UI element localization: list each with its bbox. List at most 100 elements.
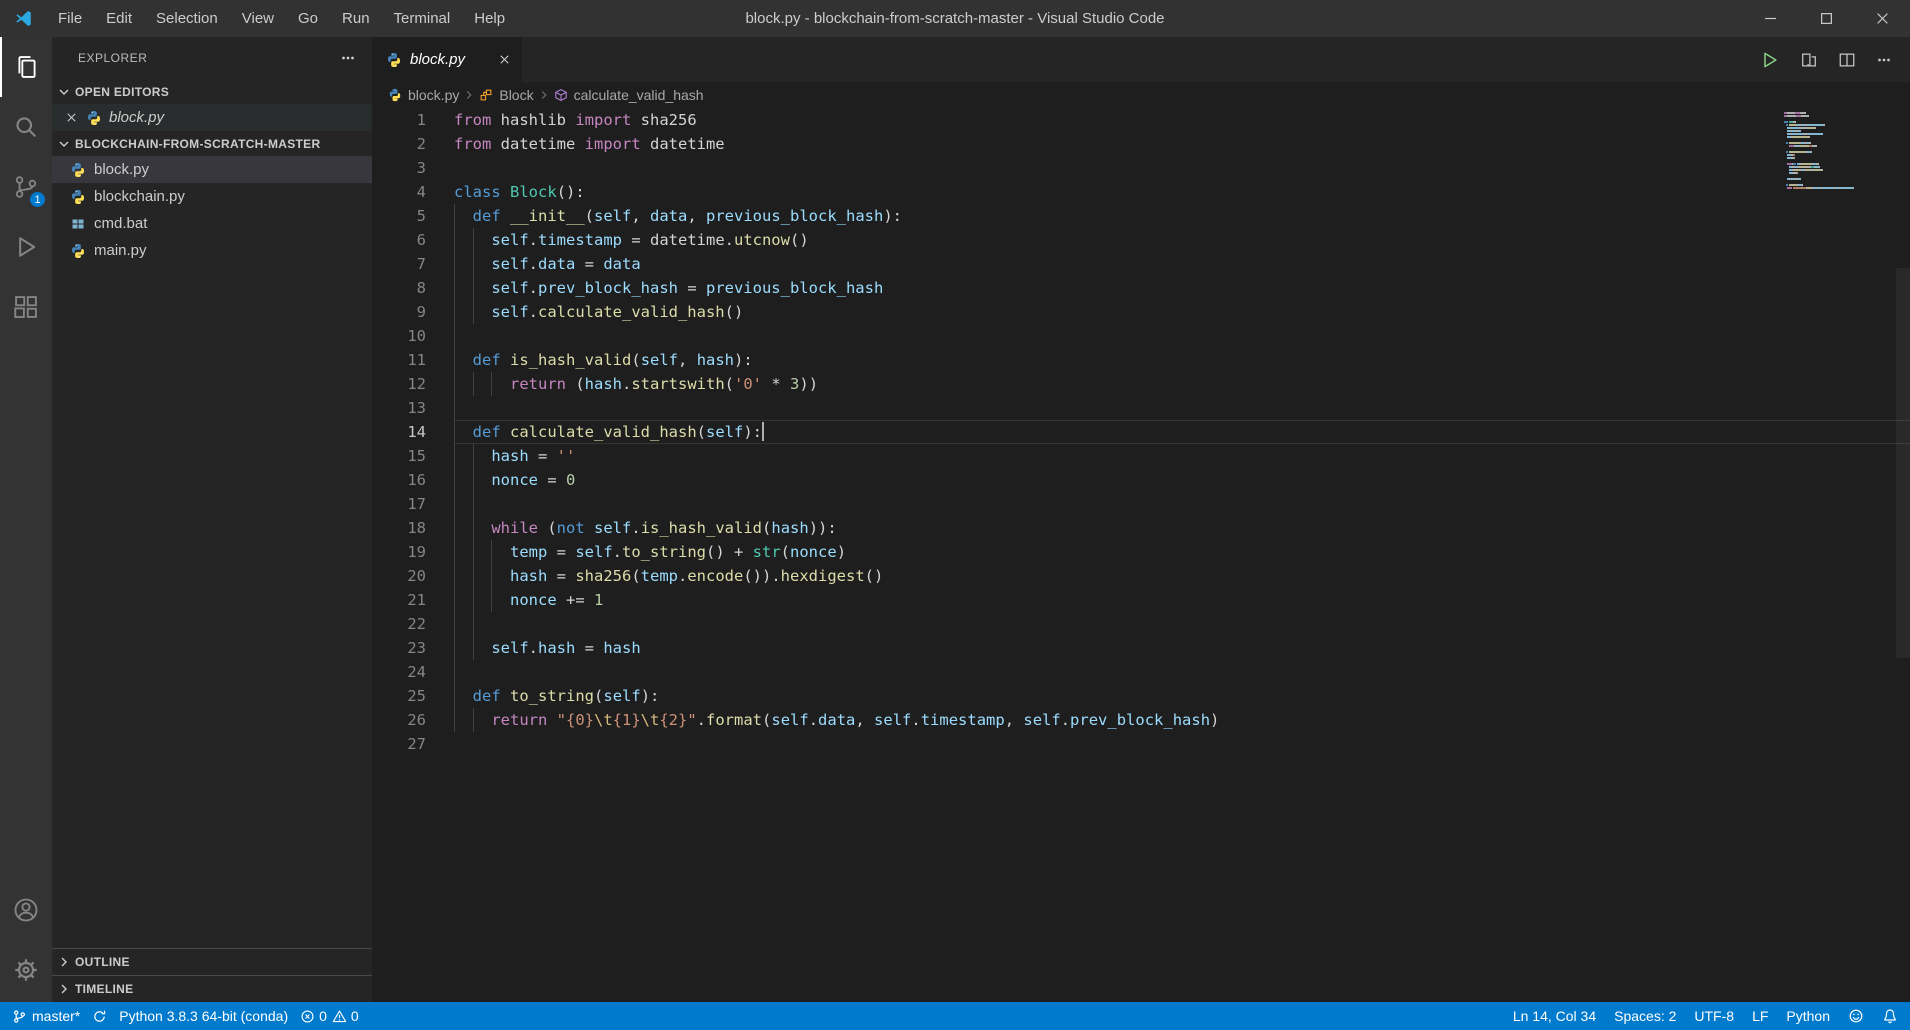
- code-line[interactable]: 21 nonce += 1: [372, 588, 1910, 612]
- menu-run[interactable]: Run: [330, 0, 382, 37]
- code-line[interactable]: 2 from datetime import datetime: [372, 132, 1910, 156]
- indent-guide: [454, 324, 455, 348]
- eol[interactable]: LF: [1752, 1008, 1768, 1024]
- indent-guide: [472, 564, 474, 588]
- code-line[interactable]: 6 self.timestamp = datetime.utcnow(): [372, 228, 1910, 252]
- code-line[interactable]: 18 while (not self.is_hash_valid(hash)):: [372, 516, 1910, 540]
- minimize-button[interactable]: [1742, 0, 1798, 37]
- code-line[interactable]: 20 hash = sha256(temp.encode()).hexdiges…: [372, 564, 1910, 588]
- settings-gear-icon[interactable]: [0, 940, 52, 1000]
- open-changes-icon[interactable]: [1800, 51, 1818, 69]
- code-line[interactable]: 7 self.data = data: [372, 252, 1910, 276]
- search-icon[interactable]: [0, 97, 52, 157]
- code-line[interactable]: 15 hash = '': [372, 444, 1910, 468]
- menu-selection[interactable]: Selection: [144, 0, 230, 37]
- code-line[interactable]: 16 nonce = 0: [372, 468, 1910, 492]
- minimap[interactable]: [1784, 112, 1896, 193]
- code-line[interactable]: 27: [372, 732, 1910, 756]
- indent-guide: [472, 540, 474, 564]
- sync-icon[interactable]: [92, 1009, 107, 1024]
- code-line[interactable]: 1 from hashlib import sha256: [372, 108, 1910, 132]
- run-debug-icon[interactable]: [0, 217, 52, 277]
- code-line[interactable]: 26 return "{0}\t{1}\t{2}".format(self.da…: [372, 708, 1910, 732]
- menu-view[interactable]: View: [230, 0, 286, 37]
- indent-guide: [454, 420, 455, 444]
- code-editor[interactable]: 1 from hashlib import sha256 2 from datetim…: [372, 108, 1910, 1002]
- folder-section-header[interactable]: BLOCKCHAIN-FROM-SCRATCH-MASTER: [52, 131, 372, 156]
- code-line[interactable]: 14 def calculate_valid_hash(self):: [372, 420, 1910, 444]
- extensions-icon[interactable]: [0, 277, 52, 337]
- code-line[interactable]: 12 return (hash.startswith('0' * 3)): [372, 372, 1910, 396]
- indent-guide: [454, 372, 455, 396]
- source-control-icon[interactable]: 1: [0, 157, 52, 217]
- open-editor-item[interactable]: block.py: [52, 104, 372, 131]
- code-line[interactable]: 9 self.calculate_valid_hash(): [372, 300, 1910, 324]
- account-icon[interactable]: [0, 880, 52, 940]
- tab-block-py[interactable]: block.py: [372, 37, 522, 82]
- close-icon[interactable]: [64, 110, 79, 125]
- file-item-block-py[interactable]: block.py: [52, 156, 372, 183]
- code-line[interactable]: 23 self.hash = hash: [372, 636, 1910, 660]
- feedback-icon[interactable]: [1848, 1008, 1864, 1024]
- language-mode[interactable]: Python: [1786, 1008, 1830, 1024]
- vertical-scrollbar[interactable]: [1896, 108, 1910, 1002]
- code-line[interactable]: 8 self.prev_block_hash = previous_block_…: [372, 276, 1910, 300]
- git-branch-icon: [12, 1009, 27, 1024]
- indent-guide: [472, 612, 474, 636]
- menu-terminal[interactable]: Terminal: [382, 0, 463, 37]
- indent-guide: [454, 660, 455, 684]
- breadcrumb-file[interactable]: block.py: [388, 87, 459, 103]
- indent-guide: [472, 228, 474, 252]
- indentation[interactable]: Spaces: 2: [1614, 1008, 1676, 1024]
- code-line[interactable]: 13: [372, 396, 1910, 420]
- more-actions-icon[interactable]: [1876, 52, 1892, 68]
- menu-help[interactable]: Help: [462, 0, 517, 37]
- breadcrumb-method[interactable]: calculate_valid_hash: [554, 87, 704, 103]
- code-line[interactable]: 17: [372, 492, 1910, 516]
- code-line[interactable]: 11 def is_hash_valid(self, hash):: [372, 348, 1910, 372]
- outline-section[interactable]: OUTLINE: [52, 948, 372, 975]
- python-file-icon: [86, 110, 102, 126]
- problems-indicator[interactable]: 0 0: [300, 1008, 359, 1024]
- python-interpreter[interactable]: Python 3.8.3 64-bit (conda): [119, 1008, 288, 1024]
- code-line[interactable]: 22: [372, 612, 1910, 636]
- menu-file[interactable]: File: [46, 0, 94, 37]
- indent-guide: [454, 228, 455, 252]
- chevron-right-icon: [56, 981, 72, 997]
- line-number: 1: [416, 111, 426, 129]
- open-editors-section[interactable]: OPEN EDITORS: [52, 79, 372, 104]
- indent-guide: [454, 252, 455, 276]
- breadcrumb-class[interactable]: Block: [479, 87, 534, 103]
- menu-edit[interactable]: Edit: [94, 0, 144, 37]
- branch-indicator[interactable]: master*: [12, 1008, 80, 1024]
- close-icon[interactable]: [497, 52, 512, 67]
- timeline-section[interactable]: TIMELINE: [52, 975, 372, 1002]
- code-line[interactable]: 10: [372, 324, 1910, 348]
- maximize-button[interactable]: [1798, 0, 1854, 37]
- close-button[interactable]: [1854, 0, 1910, 37]
- code-line[interactable]: 19 temp = self.to_string() + str(nonce): [372, 540, 1910, 564]
- python-file-icon: [386, 52, 402, 68]
- line-number: 9: [416, 303, 426, 321]
- more-actions-icon[interactable]: [340, 50, 356, 66]
- indent-guide: [454, 396, 455, 420]
- explorer-icon[interactable]: [0, 37, 52, 97]
- code-line[interactable]: 5 def __init__(self, data, previous_bloc…: [372, 204, 1910, 228]
- menu-go[interactable]: Go: [286, 0, 330, 37]
- scrollbar-thumb[interactable]: [1896, 268, 1910, 658]
- file-item-cmd-bat[interactable]: cmd.bat: [52, 210, 372, 237]
- notifications-bell-icon[interactable]: [1882, 1008, 1898, 1024]
- split-editor-icon[interactable]: [1838, 51, 1856, 69]
- encoding[interactable]: UTF-8: [1694, 1008, 1734, 1024]
- cursor-position[interactable]: Ln 14, Col 34: [1513, 1008, 1596, 1024]
- file-item-blockchain-py[interactable]: blockchain.py: [52, 183, 372, 210]
- code-line[interactable]: 25 def to_string(self):: [372, 684, 1910, 708]
- code-line[interactable]: 24: [372, 660, 1910, 684]
- code-line[interactable]: 3: [372, 156, 1910, 180]
- run-python-file-icon[interactable]: [1760, 50, 1780, 70]
- window-controls: [1742, 0, 1910, 37]
- line-number: 25: [407, 687, 426, 705]
- code-line[interactable]: 4 class Block():: [372, 180, 1910, 204]
- minimap-content: [1784, 112, 1896, 192]
- file-item-main-py[interactable]: main.py: [52, 237, 372, 264]
